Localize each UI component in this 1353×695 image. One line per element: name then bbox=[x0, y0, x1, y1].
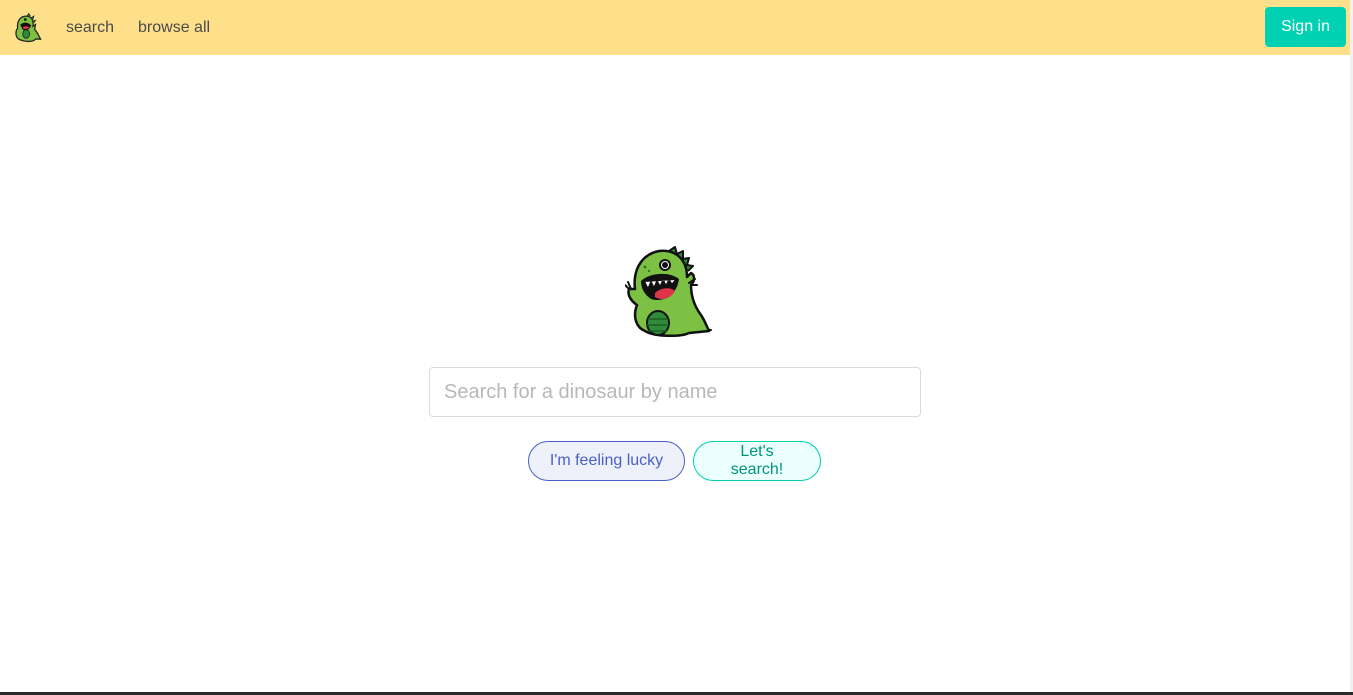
search-actions: I'm feeling lucky Let's search! bbox=[528, 441, 821, 481]
top-navbar: search browse all Sign in bbox=[0, 0, 1350, 55]
lets-search-button[interactable]: Let's search! bbox=[693, 441, 821, 481]
search-hero: I'm feeling lucky Let's search! bbox=[0, 55, 1350, 695]
mascot-image bbox=[625, 245, 713, 337]
nav-link-search[interactable]: search bbox=[54, 0, 126, 55]
nav-link-browse-all[interactable]: browse all bbox=[126, 0, 222, 55]
dinosaur-search-input[interactable] bbox=[429, 367, 921, 417]
sign-in-button[interactable]: Sign in bbox=[1265, 7, 1346, 47]
dinosaur-logo-icon bbox=[15, 12, 42, 42]
feeling-lucky-button[interactable]: I'm feeling lucky bbox=[528, 441, 685, 481]
dinosaur-mascot-icon bbox=[625, 246, 712, 337]
brand-logo[interactable] bbox=[0, 0, 54, 55]
